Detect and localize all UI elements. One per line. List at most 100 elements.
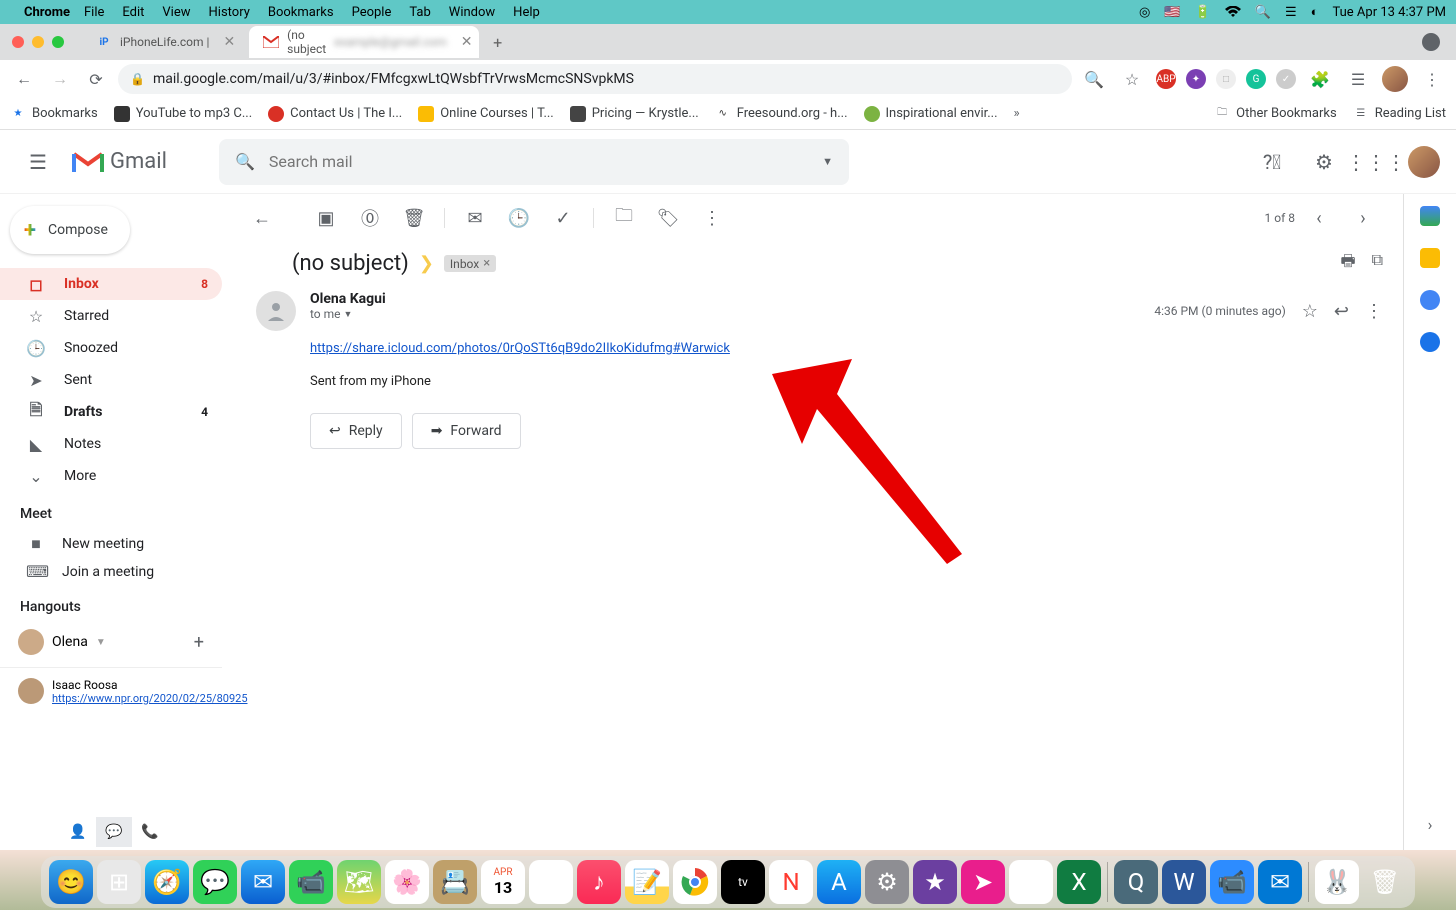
dock-notes[interactable]: 📝 [625,860,669,904]
tasks-addon-icon[interactable] [1420,290,1440,310]
menu-edit[interactable]: Edit [122,5,144,20]
bookmark-star-icon[interactable]: ☆ [1118,65,1146,93]
chat-entry[interactable]: Isaac Roosa https://www.npr.org/2020/02/… [0,674,222,709]
chat-tab-person[interactable]: 👤 [60,817,96,847]
star-email-icon[interactable]: ☆ [1302,301,1318,322]
archive-button[interactable]: ▣ [306,198,346,238]
bookmark-pricing[interactable]: Pricing — Krystle... [570,106,699,122]
back-to-inbox-button[interactable]: ← [242,198,282,238]
dock-slack[interactable]: # [1009,860,1053,904]
chrome-menu-icon[interactable]: ⋮ [1418,65,1446,93]
tab-search-icon[interactable]: ☰ [1344,65,1372,93]
delete-button[interactable]: 🗑 [394,198,434,238]
back-button[interactable]: ← [10,65,38,93]
dock-maps[interactable]: 🗺 [337,860,381,904]
calendar-addon-icon[interactable] [1420,206,1440,226]
ext-grammarly-icon[interactable]: G [1246,69,1266,89]
label-chip-inbox[interactable]: Inbox × [444,255,496,272]
contacts-addon-icon[interactable] [1420,332,1440,352]
menu-people[interactable]: People [352,5,392,20]
dock-safari[interactable]: 🧭 [145,860,189,904]
dock-appstore[interactable]: A [817,860,861,904]
prev-email-button[interactable]: ‹ [1299,198,1339,238]
popout-icon[interactable]: ⧉ [1372,250,1383,277]
dock-photos[interactable]: 🌸 [385,860,429,904]
dock-settings[interactable]: ⚙ [865,860,909,904]
forward-button[interactable]: → [46,65,74,93]
ext-icon-5[interactable]: ✓ [1276,69,1296,89]
reload-button[interactable]: ⟳ [82,65,110,93]
ext-icon-3[interactable]: □ [1216,69,1236,89]
menu-tab[interactable]: Tab [409,5,430,20]
to-line[interactable]: to me ▼ [310,307,1140,321]
search-input[interactable] [269,152,808,171]
dock-app-pink[interactable]: ➤ [961,860,1005,904]
dock-trash[interactable]: 🗑 [1363,860,1407,904]
sidebar-item-starred[interactable]: ☆ Starred [0,300,222,332]
dock-chrome[interactable] [673,860,717,904]
ext-adblock-icon[interactable]: ABP [1156,69,1176,89]
menu-file[interactable]: File [84,5,104,20]
menu-window[interactable]: Window [449,5,495,20]
hangouts-current-user[interactable]: Olena ▼ + [0,623,222,661]
other-bookmarks[interactable]: 🗀Other Bookmarks [1214,106,1337,122]
search-box[interactable]: 🔍 ▼ [219,139,849,185]
bookmark-bookmarks[interactable]: ★Bookmarks [10,106,98,122]
search-url-icon[interactable]: 🔍 [1080,65,1108,93]
keep-addon-icon[interactable] [1420,248,1440,268]
dock-calendar[interactable]: APR13 [481,860,525,904]
move-to-button[interactable]: 🗀 [604,198,644,238]
gmail-logo[interactable]: Gmail [72,149,167,174]
reading-list[interactable]: ☰Reading List [1353,106,1446,122]
apps-grid-icon[interactable]: ⋮⋮⋮ [1356,142,1396,182]
wifi-icon[interactable] [1225,6,1241,18]
main-menu-button[interactable]: ☰ [16,140,60,184]
maximize-window-button[interactable] [52,36,64,48]
menu-history[interactable]: History [209,5,250,20]
dock-contacts[interactable]: 📇 [433,860,477,904]
close-tab-icon[interactable]: ✕ [461,34,473,50]
flag-icon[interactable]: 🇺🇸 [1164,5,1180,20]
reply-icon[interactable]: ↩ [1334,301,1349,322]
bookmark-contact-us[interactable]: Contact Us | The I... [268,106,402,122]
email-link[interactable]: https://share.icloud.com/photos/0rQoSTt6… [310,341,730,356]
chat-tab-phone[interactable]: 📞 [132,817,168,847]
snooze-button[interactable]: 🕒 [499,198,539,238]
url-field[interactable]: 🔒 mail.google.com/mail/u/3/#inbox/FMfcgx… [118,64,1072,94]
sidebar-item-snoozed[interactable]: 🕒 Snoozed [0,332,222,364]
spotlight-icon[interactable]: 🔍 [1255,5,1271,20]
bookmark-overflow[interactable]: » [1014,106,1020,121]
menu-bookmarks[interactable]: Bookmarks [268,5,334,20]
report-spam-button[interactable]: ⓪ [350,198,390,238]
importance-marker-icon[interactable]: ❯ [419,253,434,274]
dock-finder[interactable]: 😊 [49,860,93,904]
labels-button[interactable]: 🏷 [648,198,688,238]
new-tab-button[interactable]: + [479,33,516,52]
dock-excel[interactable]: X [1057,860,1101,904]
support-icon[interactable]: ?⃝ [1252,142,1292,182]
minimize-window-button[interactable] [32,36,44,48]
sidebar-item-drafts[interactable]: 🗎 Drafts 4 [0,396,222,428]
dock-facetime[interactable]: 📹 [289,860,333,904]
close-window-button[interactable] [12,36,24,48]
dock-music[interactable]: ♪ [577,860,621,904]
dock-outlook[interactable]: ✉ [1258,860,1302,904]
dock-news[interactable]: N [769,860,813,904]
ext-icon-2[interactable]: ✦ [1186,69,1206,89]
chrome-profile-avatar[interactable] [1382,66,1408,92]
bookmark-freesound[interactable]: ∿Freesound.org - h... [715,106,848,122]
control-center-icon[interactable]: ☰ [1285,5,1297,20]
close-tab-icon[interactable]: ✕ [223,34,235,50]
meet-new-meeting[interactable]: ■ New meeting [0,530,222,558]
more-actions-button[interactable]: ⋮ [692,198,732,238]
mark-unread-button[interactable]: ✉ [455,198,495,238]
remove-label-icon[interactable]: × [483,256,490,271]
bookmark-youtube-mp3[interactable]: YouTube to mp3 C... [114,106,252,122]
menu-help[interactable]: Help [513,5,540,20]
siri-icon[interactable]: ◐ [1311,4,1319,20]
dock-app-rabbit[interactable]: 🐰 [1315,860,1359,904]
extensions-button[interactable]: 🧩 [1306,65,1334,93]
sidebar-item-sent[interactable]: ➤ Sent [0,364,222,396]
tab-gmail[interactable]: (no subject example@gmail.com ✕ [249,26,479,58]
more-icon[interactable]: ⋮ [1365,301,1383,322]
